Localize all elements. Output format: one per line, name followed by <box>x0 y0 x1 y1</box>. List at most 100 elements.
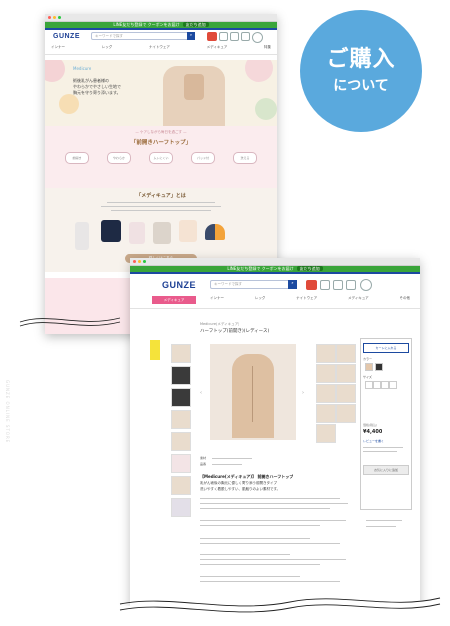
sidebar-product-thumb[interactable] <box>171 498 191 517</box>
text-line <box>200 538 310 540</box>
text-line <box>200 525 320 527</box>
gallery-thumb[interactable] <box>316 404 336 423</box>
search-input[interactable]: キーワードで探す <box>210 280 291 289</box>
feature-chip: ムレにくい <box>149 152 173 164</box>
text-line <box>363 451 397 453</box>
torn-edge-divider <box>19 317 121 327</box>
user-icon[interactable] <box>333 280 343 290</box>
spec-label: 素材 <box>200 456 207 460</box>
gunze-logo[interactable]: GUNZE <box>53 33 80 40</box>
review-link[interactable]: レビューを書く <box>363 439 384 443</box>
size-option[interactable] <box>365 381 373 389</box>
heart-icon[interactable] <box>219 32 228 41</box>
brand-stripe <box>45 28 277 30</box>
color-swatch-beige[interactable] <box>365 363 373 371</box>
text-line <box>101 206 221 208</box>
torn-edge-bottom <box>0 597 450 626</box>
description-text: 洗いやすく着脱しやすい、肌触りのよい素材です。 <box>200 487 281 491</box>
price: ¥4,400 <box>363 429 383 435</box>
sidebar-highlight[interactable] <box>150 340 160 360</box>
product-image[interactable] <box>215 224 225 240</box>
product-image[interactable] <box>179 220 197 242</box>
search-icon[interactable]: ⌕ <box>288 280 297 289</box>
text-line <box>200 559 346 561</box>
add-to-cart-button[interactable]: カートに入れる <box>363 343 409 353</box>
cart-icon[interactable] <box>346 280 356 290</box>
model-photo <box>163 66 225 126</box>
medicure-icon[interactable] <box>360 279 372 291</box>
cart-icon[interactable] <box>241 32 250 41</box>
purchase-info-badge: ご購入 について <box>300 10 422 132</box>
medicure-icon[interactable] <box>252 32 263 43</box>
gallery-thumb[interactable] <box>316 384 336 403</box>
line-add-friend-pill[interactable]: 友だち追加 <box>182 22 209 27</box>
sidebar-product-thumb[interactable] <box>171 432 191 451</box>
campaign-icon[interactable] <box>207 32 217 41</box>
product-image[interactable] <box>153 222 171 244</box>
gallery-thumb[interactable] <box>316 424 336 443</box>
search-input[interactable]: キーワードで探す <box>91 32 190 40</box>
close-dot-icon <box>133 260 136 263</box>
size-option[interactable] <box>373 381 381 389</box>
sidebar-product-thumb[interactable] <box>171 344 191 363</box>
text-line <box>200 520 346 522</box>
nav-item[interactable]: 特集 <box>264 45 271 52</box>
text-line <box>111 210 211 212</box>
sidebar-product-thumb[interactable] <box>171 366 191 385</box>
text-line <box>200 498 340 500</box>
hero-section: Medicure 術後乳がん患者様の やわらかでやさしい生地で 胸元を守り寄り添… <box>45 60 277 126</box>
line-coupon-text: LINE友だち登録で クーポンをお届け <box>227 266 294 271</box>
browser-chrome <box>130 258 420 266</box>
size-option[interactable] <box>381 381 389 389</box>
sidebar-product-thumb[interactable] <box>171 476 191 495</box>
badge-line-1: ご購入 <box>326 47 396 72</box>
prev-image-arrow-icon[interactable]: ‹ <box>200 390 202 396</box>
feature-chip: 前開き <box>65 152 89 164</box>
main-product-image[interactable] <box>210 344 296 440</box>
close-dot-icon <box>48 16 51 19</box>
side-watermark: GUNZE ONLINE STORE <box>5 380 10 444</box>
nav-item[interactable]: インナー <box>51 45 65 52</box>
gallery-thumb[interactable] <box>336 344 356 363</box>
heart-icon[interactable] <box>320 280 330 290</box>
text-line <box>200 508 330 510</box>
favorite-button[interactable]: お気に入りに追加 <box>363 465 409 475</box>
next-image-arrow-icon[interactable]: › <box>302 390 304 396</box>
sidebar-product-thumb[interactable] <box>171 454 191 473</box>
product-image[interactable] <box>129 222 145 244</box>
text-line <box>200 564 320 566</box>
text-line <box>363 447 403 449</box>
gallery-thumb[interactable] <box>336 384 356 403</box>
text-line <box>366 526 396 528</box>
flower-decoration <box>45 60 65 82</box>
text-line <box>200 503 348 505</box>
gunze-logo[interactable]: GUNZE <box>162 280 196 290</box>
product-image[interactable] <box>101 220 121 242</box>
gallery-thumb[interactable] <box>316 344 336 363</box>
nav-item[interactable]: レッグ <box>102 45 113 52</box>
product-image[interactable] <box>75 222 89 250</box>
feature-chip: パッド付 <box>191 152 215 164</box>
feature-chip: 洗える <box>233 152 257 164</box>
gallery-thumb[interactable] <box>336 404 356 423</box>
sidebar-product-thumb[interactable] <box>171 410 191 429</box>
text-line <box>212 458 252 460</box>
gallery-thumb[interactable] <box>316 364 336 383</box>
gallery-thumb[interactable] <box>336 364 356 383</box>
search-icon[interactable]: ⌕ <box>187 32 195 40</box>
sidebar-product-thumb[interactable] <box>171 388 191 407</box>
badge-line-2: について <box>333 78 389 94</box>
nav-item[interactable]: ナイトウェア <box>149 45 170 52</box>
user-icon[interactable] <box>230 32 239 41</box>
nav-item[interactable]: メディキュア <box>207 45 228 52</box>
line-add-friend-pill[interactable]: 友だち追加 <box>296 266 323 271</box>
campaign-icon[interactable] <box>306 280 317 290</box>
text-line <box>200 576 300 578</box>
text-line <box>366 520 402 522</box>
size-option[interactable] <box>389 381 397 389</box>
about-title: 「メディキュア」とは <box>136 193 186 199</box>
color-swatch-black[interactable] <box>375 363 383 371</box>
text-line <box>200 581 340 583</box>
feature-chip: やわらか <box>107 152 131 164</box>
browser-chrome <box>45 14 277 22</box>
